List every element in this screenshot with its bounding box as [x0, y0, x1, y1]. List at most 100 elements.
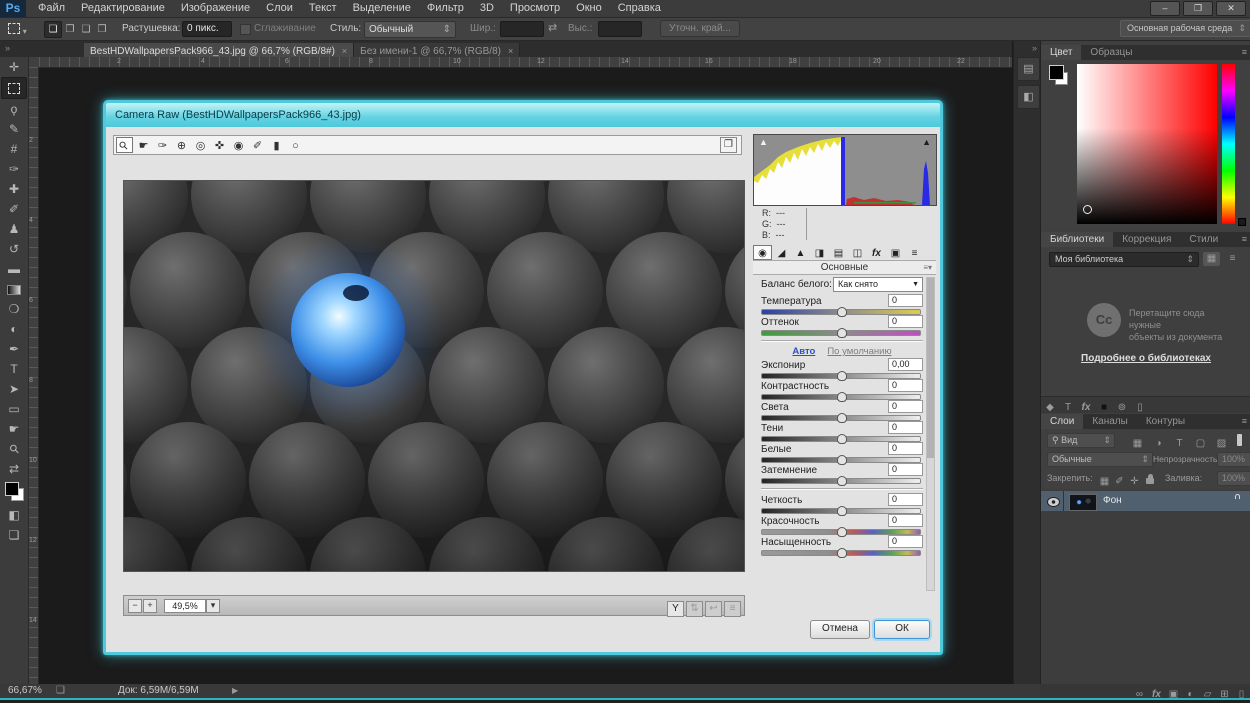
slider-value-field[interactable]: 0 [888, 379, 923, 392]
opacity-value[interactable]: 100% [1217, 452, 1250, 467]
slider-track[interactable] [761, 328, 921, 338]
lock-position-icon[interactable]: ✛ [1127, 475, 1142, 488]
clone-stamp-tool[interactable]: ♟ [2, 219, 26, 239]
shadow-clipping-icon[interactable]: ▲ [759, 138, 768, 147]
healing-brush-tool[interactable]: ✚ [2, 179, 26, 199]
layer-row-background[interactable]: Фон [1041, 491, 1250, 511]
tab-basic[interactable]: ◉ [753, 245, 772, 260]
collapsed-properties-panel-icon[interactable]: ◧ [1017, 85, 1040, 109]
swap-colors-icon[interactable]: ⇄ [2, 459, 26, 479]
filter-pixel-layers-icon[interactable]: ▦ [1127, 437, 1148, 450]
lock-all-icon[interactable] [1146, 474, 1154, 484]
color-cursor[interactable] [1083, 205, 1092, 214]
swap-settings-icon[interactable]: ⇅ [686, 601, 703, 617]
zoom-tool[interactable]: ⚲ [2, 439, 26, 459]
foreground-color-swatch[interactable] [1049, 65, 1064, 80]
feather-input[interactable]: 0 пикс. [182, 21, 232, 37]
slider-value-field[interactable]: 0 [888, 421, 923, 434]
menu-item-8[interactable]: Просмотр [502, 0, 568, 17]
height-input[interactable] [598, 21, 642, 37]
tab-close-icon[interactable]: × [508, 46, 513, 56]
layer-filter-select[interactable]: ⚲ Вид ⇕ [1047, 433, 1115, 448]
zoom-in-button[interactable]: + [143, 599, 157, 613]
tab-split-toning[interactable]: ▤ [829, 246, 848, 261]
restore-button[interactable]: ❐ [1183, 1, 1213, 16]
menu-item-7[interactable]: 3D [472, 0, 502, 17]
dock-expander-icon[interactable]: » [1032, 43, 1037, 53]
sync-status-icon[interactable]: ⊚ [1113, 400, 1131, 415]
menu-item-4[interactable]: Текст [301, 0, 345, 17]
adjustment-brush-tool-icon[interactable]: ✐ [249, 138, 266, 154]
slider-value-field[interactable]: 0 [888, 514, 923, 527]
radial-filter-tool-icon[interactable]: ○ [287, 138, 304, 154]
slider-thumb[interactable] [837, 548, 847, 558]
settings-panel-menu-icon[interactable]: ≡▾ [923, 261, 932, 274]
cancel-button[interactable]: Отмена [810, 620, 870, 639]
move-tool[interactable]: ✛ [2, 57, 26, 77]
fill-value[interactable]: 100% [1217, 471, 1250, 486]
libraries-tab-0[interactable]: Библиотеки [1041, 232, 1114, 247]
targeted-adjustment-tool-icon[interactable]: ◎ [192, 138, 209, 154]
tab-hsl[interactable]: ◨ [810, 246, 829, 261]
hue-strip[interactable] [1222, 64, 1235, 224]
spot-removal-tool-icon[interactable]: ✜ [211, 138, 228, 154]
tool-preset-icon[interactable]: ▾ [8, 23, 27, 37]
hue-slider-handle[interactable] [1238, 218, 1246, 226]
slider-value-field[interactable]: 0 [888, 315, 923, 328]
layers-panel-menu-icon[interactable]: ≡ [1242, 416, 1247, 426]
layer-name[interactable]: Фон [1103, 495, 1122, 506]
tab-camera-calibration[interactable]: ▣ [886, 246, 905, 261]
add-layer-style-icon[interactable]: fx [1077, 400, 1095, 415]
screen-mode-icon[interactable]: ❏ [2, 525, 26, 545]
layer-visibility-icon[interactable] [1047, 497, 1060, 507]
menu-item-1[interactable]: Редактирование [73, 0, 173, 17]
filter-shape-layers-icon[interactable]: ▢ [1190, 437, 1211, 450]
tab-close-icon[interactable]: × [342, 46, 347, 56]
dialog-title[interactable]: Camera Raw (BestHDWallpapersPack966_43.j… [106, 103, 940, 127]
width-input[interactable] [500, 21, 544, 37]
slider-value-field[interactable]: 0 [888, 442, 923, 455]
menu-item-0[interactable]: Файл [30, 0, 73, 17]
image-preview[interactable] [11, 137, 841, 633]
layer-filter-toggle[interactable] [1237, 434, 1242, 446]
pen-tool[interactable]: ✒ [2, 339, 26, 359]
eyedropper-tool[interactable]: ✑ [2, 159, 26, 179]
menu-item-10[interactable]: Справка [610, 0, 669, 17]
quick-mask-icon[interactable]: ◧ [2, 505, 26, 525]
slider-value-field[interactable]: 0 [888, 535, 923, 548]
foreground-swatch[interactable] [5, 482, 19, 496]
color-tab-0[interactable]: Цвет [1041, 45, 1082, 60]
graduated-filter-tool-icon[interactable]: ▮ [268, 138, 285, 154]
menu-item-2[interactable]: Изображение [173, 0, 258, 17]
color-swatches[interactable] [2, 479, 26, 505]
close-button[interactable]: ✕ [1216, 1, 1246, 16]
tab-tone-curve[interactable]: ◢ [772, 246, 791, 261]
zoom-tool-icon[interactable]: ⚲ [116, 137, 133, 153]
library-select[interactable]: Моя библиотека ⇕ [1049, 252, 1199, 267]
collapsed-history-panel-icon[interactable]: ▤ [1017, 57, 1040, 81]
zoom-out-button[interactable]: − [128, 599, 142, 613]
blend-mode-select[interactable]: Обычные ⇕ [1047, 452, 1153, 467]
toolbar-collapse-icon[interactable]: » [5, 43, 10, 53]
intersect-selection-icon[interactable]: ❒ [94, 22, 110, 37]
view-preferences-icon[interactable]: ≡ [724, 601, 741, 617]
slider-value-field[interactable]: 0,00 [888, 358, 923, 371]
rectangular-marquee-tool[interactable] [1, 77, 27, 99]
toggle-fullscreen-icon[interactable]: ❐ [720, 137, 737, 153]
color-saturation-field[interactable] [1077, 64, 1217, 224]
new-selection-icon[interactable]: ❏ [44, 21, 62, 38]
libraries-learn-link[interactable]: Подробнее о библиотеках [1041, 353, 1250, 364]
layers-tab-0[interactable]: Слои [1041, 414, 1084, 429]
default-link[interactable]: По умолчанию [827, 346, 891, 357]
color-tab-1[interactable]: Образцы [1081, 45, 1141, 60]
slider-value-field[interactable]: 0 [888, 400, 923, 413]
add-graphic-icon[interactable]: ◆ [1041, 400, 1059, 415]
gradient-tool[interactable] [2, 279, 26, 299]
filter-adjustment-layers-icon[interactable]: ◑ [1148, 437, 1169, 450]
color-sampler-tool-icon[interactable]: ⊕ [173, 138, 190, 154]
libraries-panel-menu-icon[interactable]: ≡ [1242, 234, 1247, 244]
auto-link[interactable]: Авто [792, 346, 815, 357]
quick-selection-tool[interactable]: ✎ [2, 119, 26, 139]
highlight-clipping-icon[interactable]: ▲ [922, 138, 931, 147]
subtract-selection-icon[interactable]: ❑ [78, 22, 94, 37]
